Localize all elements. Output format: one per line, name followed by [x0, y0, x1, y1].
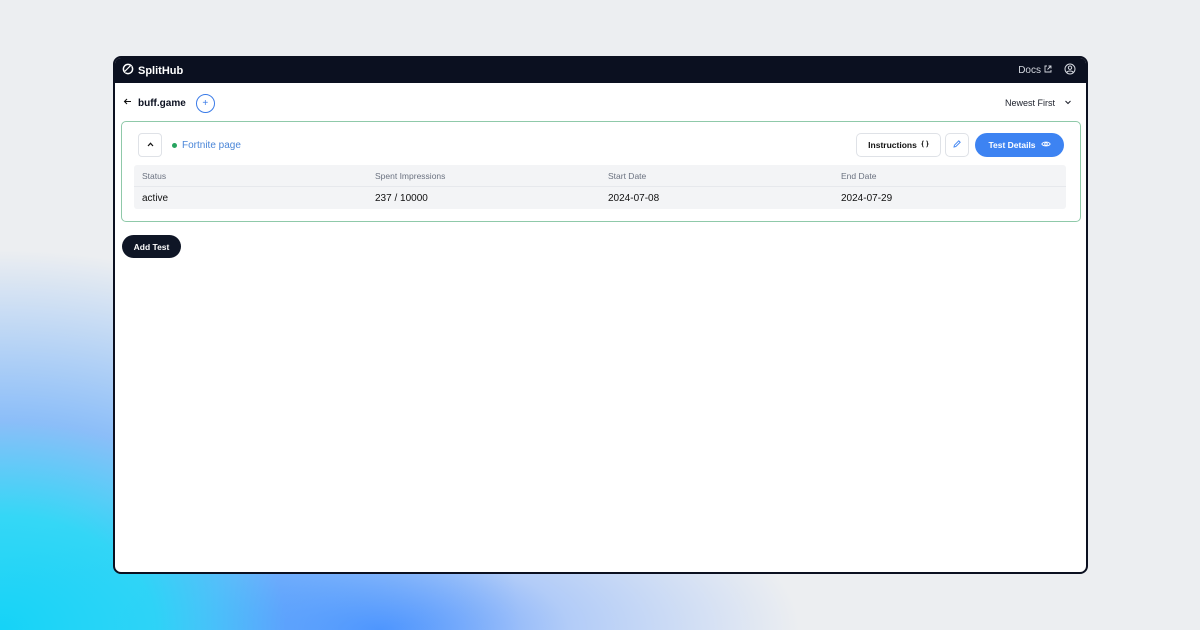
plus-icon: + [202, 97, 209, 109]
eye-icon [1040, 140, 1051, 150]
splithub-logo-icon [122, 63, 134, 78]
status-value: active [142, 192, 169, 204]
instructions-label: Instructions [868, 140, 917, 150]
status-dot [172, 142, 177, 148]
start-date-value: 2024-07-08 [608, 192, 660, 204]
top-nav-bar: SplitHub Docs [115, 58, 1086, 83]
docs-link[interactable]: Docs [1018, 65, 1052, 76]
edit-button[interactable] [945, 133, 969, 157]
test-details-button[interactable]: Test Details [975, 133, 1064, 157]
app-window: SplitHub Docs buff.game + Newest First F… [113, 56, 1088, 574]
code-braces-icon [921, 140, 929, 150]
instructions-button[interactable]: Instructions [856, 133, 941, 157]
end-date-value: 2024-07-29 [841, 192, 893, 204]
test-name: Fortnite page [182, 139, 241, 151]
impressions-value: 237 / 10000 [375, 192, 428, 204]
user-avatar-icon[interactable] [1064, 63, 1076, 78]
project-header: buff.game + Newest First [115, 93, 1086, 113]
test-card: Fortnite page Instructions Test Details … [121, 121, 1081, 222]
column-header-impressions: Spent Impressions [375, 170, 446, 181]
test-stats-table: Status Spent Impressions Start Date End … [134, 165, 1066, 209]
collapse-button[interactable] [138, 133, 162, 157]
back-arrow-icon[interactable] [123, 97, 132, 109]
add-test-button[interactable]: Add Test [122, 235, 181, 258]
table-row: active 237 / 10000 2024-07-08 2024-07-29 [134, 187, 1066, 209]
chevron-up-icon [146, 136, 155, 154]
docs-label: Docs [1018, 65, 1041, 76]
test-details-label: Test Details [988, 140, 1036, 150]
column-header-start-date: Start Date [608, 170, 647, 181]
external-link-icon [1044, 65, 1052, 76]
table-header-row: Status Spent Impressions Start Date End … [134, 165, 1066, 187]
brand-name: SplitHub [138, 64, 184, 77]
project-name: buff.game [138, 97, 186, 109]
column-header-status: Status [142, 170, 167, 181]
test-name-link[interactable]: Fortnite page [172, 140, 241, 151]
brand-logo[interactable]: SplitHub [122, 63, 183, 78]
pencil-icon [952, 139, 962, 151]
column-header-end-date: End Date [841, 170, 877, 181]
chevron-down-icon [1064, 98, 1072, 108]
sort-selected: Newest First [1004, 98, 1055, 108]
add-project-button[interactable]: + [195, 93, 215, 113]
sort-dropdown[interactable]: Newest First [1005, 98, 1072, 108]
